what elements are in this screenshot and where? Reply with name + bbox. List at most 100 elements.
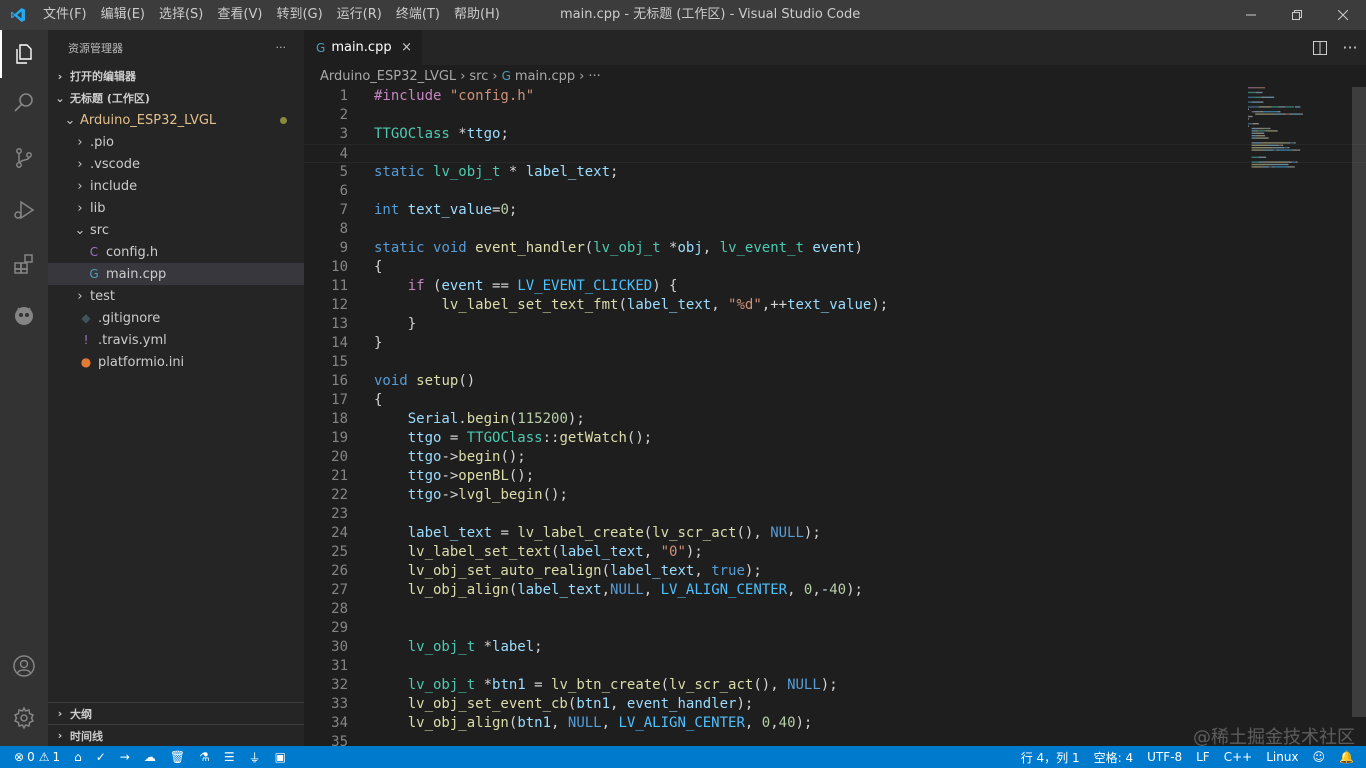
terminal-icon[interactable]: ▣ [268, 746, 293, 768]
tree-item[interactable]: › test [48, 285, 304, 307]
search-icon[interactable] [0, 78, 48, 126]
line-number: 29 [331, 620, 348, 636]
timeline-section[interactable]: › 时间线 [48, 724, 304, 746]
serial-monitor-plug-icon[interactable]: ⏚ [242, 746, 268, 768]
minimize-button[interactable] [1228, 0, 1274, 30]
scrollbar-thumb[interactable] [1352, 87, 1366, 717]
end-of-line[interactable]: LF [1189, 746, 1217, 768]
minimap-token [1248, 96, 1255, 98]
tree-item[interactable]: › .vscode [48, 153, 304, 175]
minimap-token [1290, 142, 1294, 144]
menu-terminal[interactable]: 终端(T) [389, 0, 447, 30]
minimap-token [1288, 161, 1293, 163]
error-icon: ⊗ [14, 750, 25, 764]
code-line: 22 ttgo->lvgl_begin(); [304, 486, 1366, 505]
build-check-icon[interactable]: ✓ [89, 746, 113, 768]
code-token: LV_ALIGN_CENTER [618, 715, 745, 731]
tree-item[interactable]: ⌄ src [48, 219, 304, 241]
more-actions-button[interactable]: ··· [276, 41, 287, 54]
chevron-right-icon: › [77, 288, 83, 304]
source-control-icon[interactable] [0, 134, 48, 182]
minimap-token [1279, 161, 1289, 163]
menu-file[interactable]: 文件(F) [36, 0, 94, 30]
minimap[interactable] [1248, 87, 1352, 207]
explorer-sidebar: 资源管理器 ··· › 打开的编辑器 ⌄ 无标题 (工作区) ⌄ Arduino_… [48, 30, 304, 746]
breadcrumb-more[interactable]: ··· [588, 69, 600, 84]
run-debug-icon[interactable] [0, 186, 48, 234]
code-text: { [374, 391, 382, 410]
encoding[interactable]: UTF-8 [1140, 746, 1189, 768]
menu-run[interactable]: 运行(R) [330, 0, 389, 30]
menu-edit[interactable]: 编辑(E) [94, 0, 152, 30]
line-number: 3 [339, 126, 348, 142]
settings-gear-icon[interactable] [0, 694, 48, 742]
tree-item[interactable]: Cconfig.h [48, 241, 304, 263]
minimap-token [1255, 135, 1257, 137]
notifications-bell-icon[interactable]: 🔔 [1332, 746, 1366, 768]
minimap-token [1263, 127, 1269, 130]
minimap-token [1285, 113, 1290, 115]
code-token: , [551, 715, 568, 731]
code-text: if (event == LV_EVENT_CLICKED) { [374, 277, 678, 296]
extensions-icon[interactable] [0, 240, 48, 288]
platform[interactable]: Linux [1259, 746, 1305, 768]
minimap-token [1258, 161, 1261, 163]
minimap-token [1257, 127, 1263, 130]
tree-item[interactable]: › include [48, 175, 304, 197]
open-editors-label: 打开的编辑器 [70, 70, 136, 83]
minimap-token [1292, 113, 1302, 115]
breadcrumb-file[interactable]: main.cpp [515, 69, 575, 84]
minimap-token [1248, 123, 1253, 125]
tree-item[interactable]: ! .travis.yml [48, 329, 304, 351]
split-editor-icon[interactable] [1306, 40, 1334, 55]
account-icon[interactable] [0, 642, 48, 690]
line-number: 32 [331, 677, 348, 693]
tree-item[interactable]: ● platformio.ini [48, 351, 304, 373]
language-mode[interactable]: C++ [1217, 746, 1260, 768]
restore-button[interactable] [1274, 0, 1320, 30]
close-tab-icon[interactable]: × [401, 40, 412, 55]
home-icon[interactable]: ⌂ [67, 746, 89, 768]
menu-view[interactable]: 查看(V) [210, 0, 269, 30]
tree-item[interactable]: ⌄ Arduino_ESP32_LVGL [48, 109, 304, 131]
code-line: 7 int text_value=0; [304, 201, 1366, 220]
vertical-scrollbar[interactable] [1352, 87, 1366, 746]
explorer-icon[interactable] [0, 30, 48, 78]
code-editor[interactable]: 35 34 lv_obj_align(btn1, NULL, LV_ALIGN_C… [304, 87, 1366, 746]
indentation[interactable]: 空格: 4 [1087, 746, 1141, 768]
feedback-icon[interactable]: ☺ [1306, 746, 1333, 768]
code-text: static void event_handler(lv_obj_t *obj,… [374, 239, 863, 258]
breadcrumb-project[interactable]: Arduino_ESP32_LVGL [320, 69, 456, 84]
tab-main-cpp[interactable]: G main.cpp × [304, 30, 422, 65]
menu-go[interactable]: 转到(G) [269, 0, 329, 30]
close-window-button[interactable] [1320, 0, 1366, 30]
breadcrumb-src[interactable]: src [469, 69, 488, 84]
upload-arrow-icon[interactable]: → [113, 746, 137, 768]
minimap-token [1260, 101, 1262, 103]
platformio-icon[interactable] [0, 292, 48, 340]
tree-item[interactable]: Gmain.cpp [48, 263, 304, 285]
code-token: = [441, 430, 467, 446]
minimap-token [1290, 166, 1292, 168]
cursor-position[interactable]: 行 4，列 1 [1014, 746, 1087, 768]
clean-trash-icon[interactable]: 🗑 [163, 746, 192, 768]
test-flask-icon[interactable]: ⚗ [192, 746, 217, 768]
tree-item[interactable]: › lib [48, 197, 304, 219]
menu-help[interactable]: 帮助(H) [447, 0, 507, 30]
workspace-section[interactable]: ⌄ 无标题 (工作区) [48, 87, 304, 109]
problems-indicator[interactable]: ⊗ 0 ⚠ 1 [0, 746, 67, 768]
tree-item[interactable]: › .pio [48, 131, 304, 153]
outline-section[interactable]: › 大纲 [48, 702, 304, 724]
minimap-token [1248, 91, 1257, 94]
menu-selection[interactable]: 选择(S) [152, 0, 210, 30]
tree-item[interactable]: ◆ .gitignore [48, 307, 304, 329]
cloud-upload-icon[interactable]: ☁ [137, 746, 163, 768]
code-token: Serial [407, 411, 459, 427]
run-tasks-icon[interactable]: ☰ [217, 746, 242, 768]
line-number: 16 [331, 373, 348, 389]
open-editors-section[interactable]: › 打开的编辑器 [48, 65, 304, 87]
minimap-token [1255, 137, 1257, 139]
more-actions-icon[interactable]: ··· [1336, 38, 1364, 57]
